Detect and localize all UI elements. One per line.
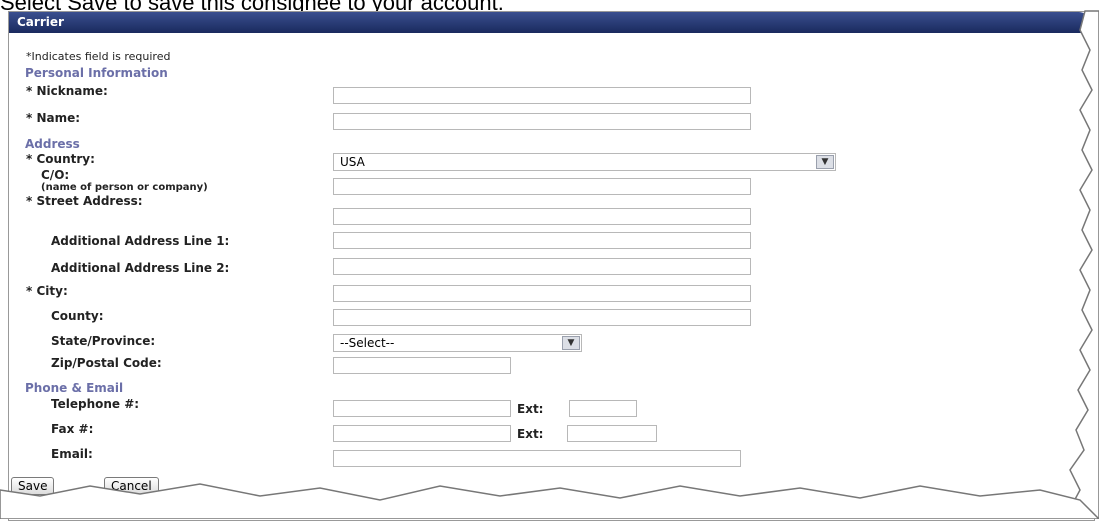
torn-edge-decoration — [0, 10, 1099, 519]
